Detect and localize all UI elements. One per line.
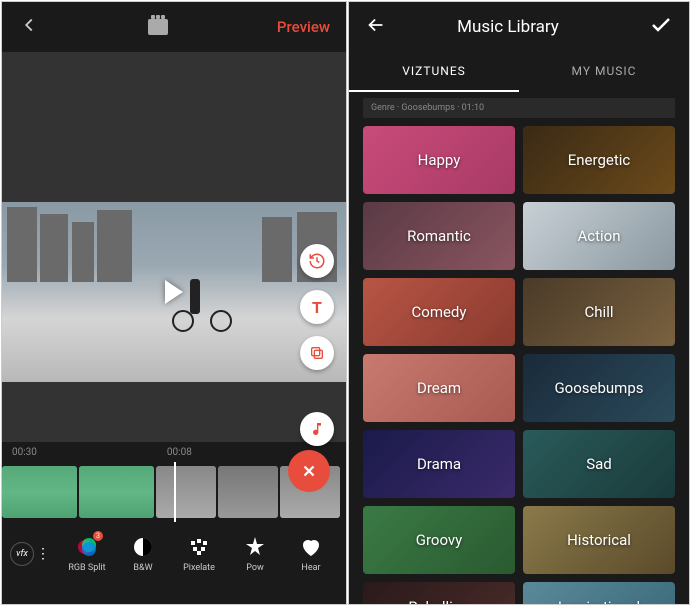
genre-tile-chill[interactable]: Chill	[523, 278, 675, 346]
genre-tile-rebellion[interactable]: Rebellion	[363, 582, 515, 605]
genre-tile-dream[interactable]: Dream	[363, 354, 515, 422]
tab-mymusic[interactable]: MY MUSIC	[519, 52, 689, 92]
music-button[interactable]	[300, 412, 334, 446]
library-tabs: VIZTUNES MY MUSIC	[349, 52, 689, 92]
history-button[interactable]	[300, 244, 334, 278]
genre-tile-goosebumps[interactable]: Goosebumps	[523, 354, 675, 422]
confirm-button[interactable]	[649, 13, 673, 41]
genre-tile-action[interactable]: Action	[523, 202, 675, 270]
sticker-button[interactable]	[300, 336, 334, 370]
clip-3[interactable]	[156, 466, 216, 518]
editor-header: Preview	[2, 2, 346, 52]
vfx-toggle[interactable]: vfx	[10, 542, 34, 566]
back-button[interactable]	[18, 14, 40, 40]
genre-tile-romantic[interactable]: Romantic	[363, 202, 515, 270]
video-preview[interactable]: T	[2, 202, 346, 382]
effect-bw[interactable]: B&W	[116, 535, 170, 573]
genre-tile-sad[interactable]: Sad	[523, 430, 675, 498]
genre-tile-inspirational[interactable]: Inspirational	[523, 582, 675, 605]
genre-tile-drama[interactable]: Drama	[363, 430, 515, 498]
timeline[interactable]	[2, 462, 346, 522]
genre-tile-happy[interactable]: Happy	[363, 126, 515, 194]
tab-viztunes[interactable]: VIZTUNES	[349, 52, 519, 92]
effect-rgb-split[interactable]: 3 RGB Split	[60, 535, 114, 573]
effects-bar: vfx ⋮ 3 RGB Split B&W Pixelate Po	[2, 522, 346, 586]
film-icon[interactable]	[148, 19, 168, 35]
more-icon[interactable]: ⋮	[36, 551, 50, 558]
genre-tile-groovy[interactable]: Groovy	[363, 506, 515, 574]
library-header: Music Library	[349, 2, 689, 52]
genre-grid: HappyEnergeticRomanticActionComedyChillD…	[349, 122, 689, 605]
time-start: 00:30	[12, 447, 37, 458]
clip-4[interactable]	[218, 466, 278, 518]
effect-pixelate[interactable]: Pixelate	[172, 535, 226, 573]
play-button[interactable]	[165, 280, 183, 304]
effect-heart[interactable]: Hear	[284, 535, 338, 573]
music-library-screen: Music Library VIZTUNES MY MUSIC Genre · …	[348, 1, 690, 605]
track-meta: Genre · Goosebumps · 01:10	[363, 98, 675, 118]
genre-tile-historical[interactable]: Historical	[523, 506, 675, 574]
letterbox-mid	[2, 382, 346, 442]
clip-1[interactable]	[2, 466, 77, 518]
letterbox-top	[2, 52, 346, 202]
close-button[interactable]	[288, 450, 330, 492]
video-editor-screen: Preview	[1, 1, 347, 605]
time-playhead: 00:08	[167, 447, 192, 458]
effect-badge: 3	[93, 531, 103, 541]
playhead[interactable]	[174, 462, 176, 522]
text-button[interactable]: T	[300, 290, 334, 324]
preview-button[interactable]: Preview	[277, 18, 330, 36]
genre-tile-energetic[interactable]: Energetic	[523, 126, 675, 194]
effect-pow[interactable]: Pow	[228, 535, 282, 573]
clip-2[interactable]	[79, 466, 154, 518]
library-title: Music Library	[367, 17, 649, 37]
genre-tile-comedy[interactable]: Comedy	[363, 278, 515, 346]
